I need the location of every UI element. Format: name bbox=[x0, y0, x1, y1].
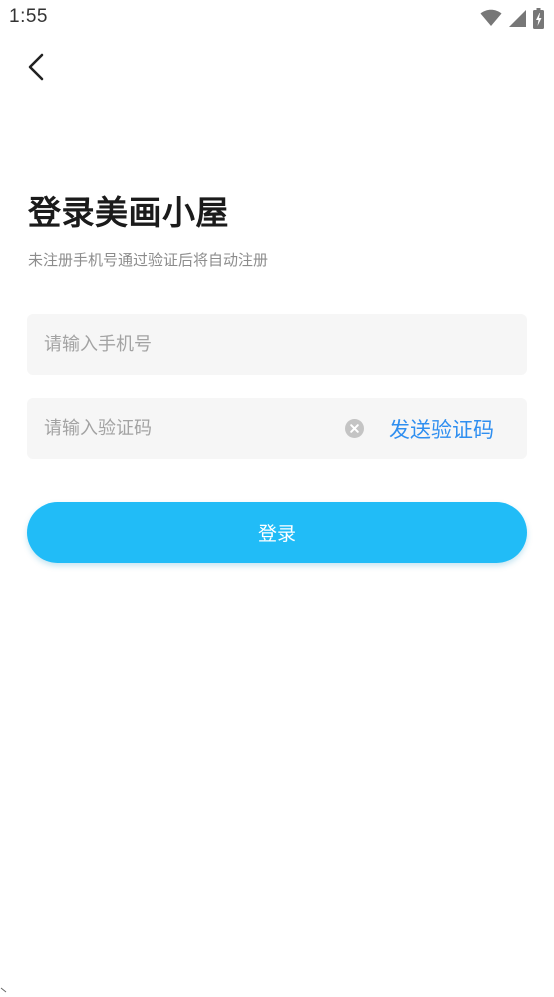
clear-circle-icon bbox=[350, 424, 359, 433]
corner-mark-icon bbox=[0, 987, 7, 993]
status-time: 1:55 bbox=[9, 6, 48, 27]
send-code-button[interactable]: 发送验证码 bbox=[389, 398, 509, 459]
verification-code-input[interactable] bbox=[27, 398, 337, 459]
page-title: 登录美画小屋 bbox=[28, 193, 229, 232]
phone-input[interactable] bbox=[27, 314, 527, 375]
signal-icon bbox=[509, 9, 526, 27]
corner-mark bbox=[0, 978, 8, 993]
status-bar: 1:55 bbox=[0, 0, 554, 38]
phone-field bbox=[27, 314, 527, 375]
clear-button[interactable] bbox=[345, 419, 364, 438]
chevron-left-icon bbox=[28, 53, 44, 81]
code-field: 发送验证码 bbox=[27, 398, 527, 459]
page-subtitle: 未注册手机号通过验证后将自动注册 bbox=[28, 251, 269, 269]
back-button[interactable] bbox=[18, 48, 54, 86]
wifi-icon bbox=[480, 9, 502, 26]
login-button[interactable]: 登录 bbox=[27, 502, 527, 563]
battery-charging-icon bbox=[533, 7, 544, 29]
status-icons bbox=[480, 7, 544, 29]
